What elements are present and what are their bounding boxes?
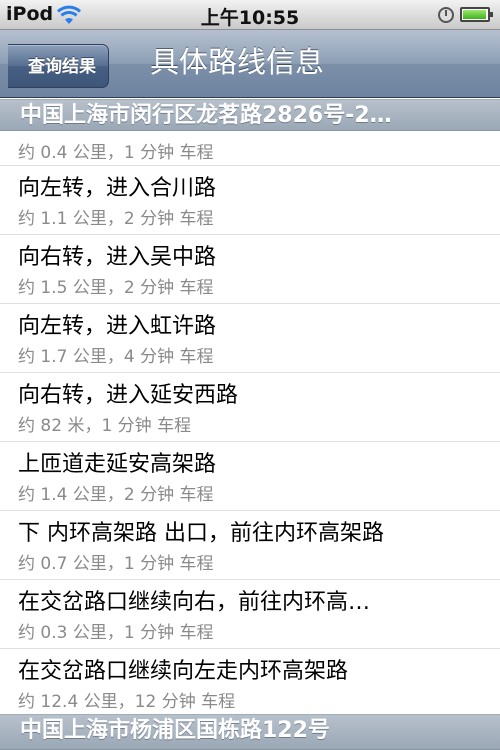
- route-step[interactable]: 在交岔路口继续向左走内环高架路 约 12.4 公里，12 分钟 车程: [0, 649, 500, 714]
- step-detail: 约 1.7 公里，4 分钟 车程: [18, 347, 214, 367]
- step-instruction: 在交岔路口继续向左走内环高架路: [18, 659, 349, 684]
- route-step[interactable]: 向右转，进入吴中路 约 1.5 公里，2 分钟 车程: [0, 235, 500, 304]
- route-step[interactable]: 向左转，进入合川路 约 1.1 公里，2 分钟 车程: [0, 166, 500, 235]
- step-detail: 约 1.5 公里，2 分钟 车程: [18, 278, 214, 298]
- step-detail: 约 82 米，1 分钟 车程: [18, 416, 192, 436]
- status-bar: iPod 上午10:55: [0, 0, 500, 30]
- step-detail: 约 12.4 公里，12 分钟 车程: [18, 692, 236, 712]
- route-step[interactable]: 向左转，进入虹许路 约 1.7 公里，4 分钟 车程: [0, 304, 500, 373]
- back-button[interactable]: 查询结果: [8, 44, 109, 88]
- step-detail: 约 1.1 公里，2 分钟 车程: [18, 209, 214, 229]
- page-title: 具体路线信息: [150, 45, 325, 79]
- route-step-start[interactable]: 约 0.4 公里，1 分钟 车程: [0, 131, 500, 166]
- step-instruction: 下 内环高架路 出口，前往内环高架路: [18, 521, 384, 546]
- route-step[interactable]: 向右转，进入延安西路 约 82 米，1 分钟 车程: [0, 373, 500, 442]
- start-address-header: 中国上海市闵行区龙茗路2826号-2…: [0, 99, 500, 131]
- back-button-label: 查询结果: [28, 57, 96, 77]
- route-step[interactable]: 下 内环高架路 出口，前往内环高架路 约 0.7 公里，1 分钟 车程: [0, 511, 500, 580]
- step-instruction: 向左转，进入合川路: [18, 176, 217, 201]
- step-detail: 约 0.7 公里，1 分钟 车程: [18, 554, 214, 574]
- end-address-header: 中国上海市杨浦区国栋路122号: [0, 714, 500, 750]
- step-instruction: 上匝道走延安高架路: [18, 452, 217, 477]
- battery-icon: [460, 7, 493, 22]
- step-detail: 约 0.4 公里，1 分钟 车程: [18, 143, 214, 163]
- navigation-bar: 查询结果 具体路线信息: [0, 30, 500, 98]
- step-instruction: 向右转，进入吴中路: [18, 245, 217, 270]
- step-instruction: 向左转，进入虹许路: [18, 314, 217, 339]
- step-instruction: 向右转，进入延安西路: [18, 383, 239, 408]
- route-step[interactable]: 上匝道走延安高架路 约 1.4 公里，2 分钟 车程: [0, 442, 500, 511]
- step-detail: 约 1.4 公里，2 分钟 车程: [18, 485, 214, 505]
- route-step[interactable]: 在交岔路口继续向右，前往内环高… 约 0.3 公里，1 分钟 车程: [0, 580, 500, 649]
- status-time: 上午10:55: [200, 7, 300, 29]
- orientation-lock-icon: [438, 7, 454, 23]
- step-detail: 约 0.3 公里，1 分钟 车程: [18, 623, 214, 643]
- step-instruction: 在交岔路口继续向右，前往内环高…: [18, 590, 371, 615]
